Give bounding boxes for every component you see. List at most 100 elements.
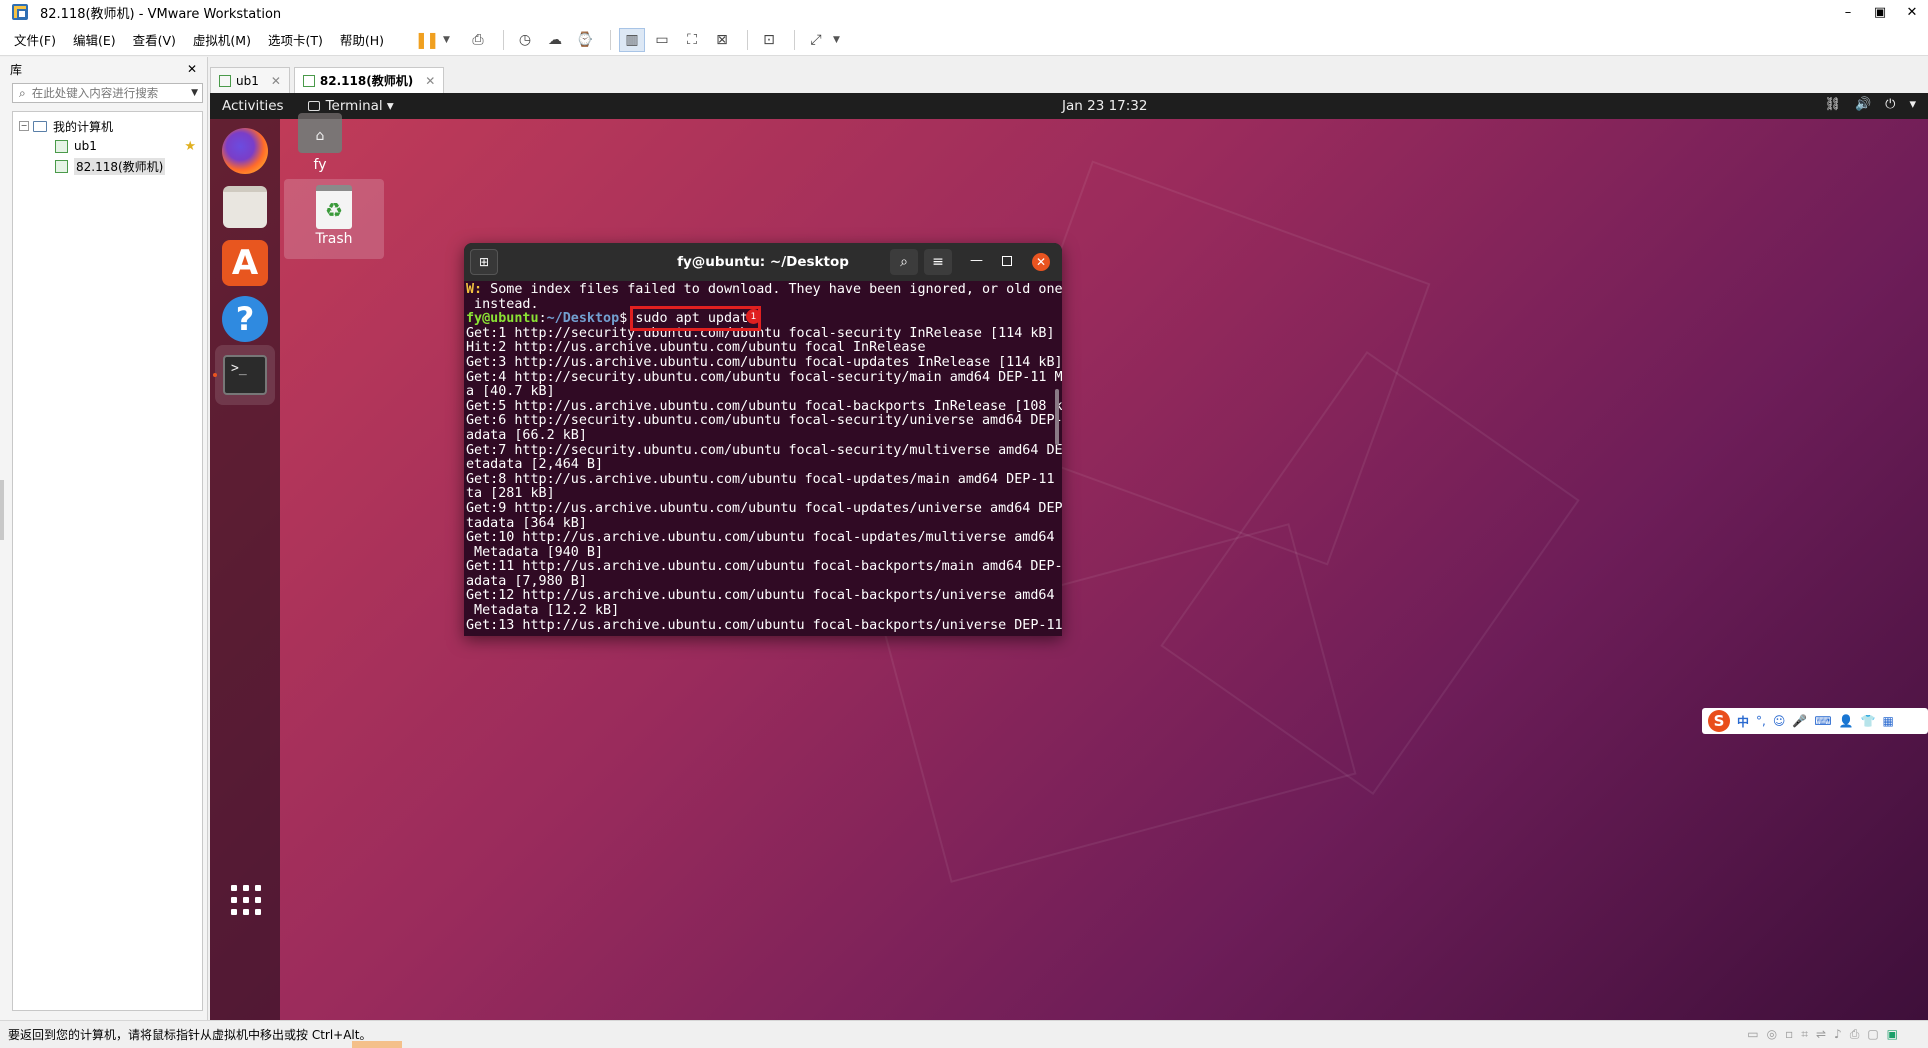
clock[interactable]: Jan 23 17:32	[1062, 98, 1147, 114]
revert-snapshot-icon[interactable]: ☁	[542, 28, 568, 52]
maximize-icon[interactable]	[1002, 256, 1012, 266]
prompt-user: fy@ubuntu	[466, 311, 539, 327]
vmware-app-icon	[12, 4, 28, 20]
punctuation-icon[interactable]: °,	[1756, 714, 1766, 728]
running-indicator	[213, 373, 217, 377]
terminal-line: Get:11 http://us.archive.ubuntu.com/ubun…	[466, 559, 1062, 575]
unity-icon[interactable]: ⊠	[709, 28, 735, 52]
favorite-star-icon: ★	[184, 138, 196, 154]
sidebar-splitter[interactable]	[0, 480, 4, 540]
ime-toolbar[interactable]: S 中 °, ☺ 🎤 ⌨ 👤 👕 ▦	[1702, 708, 1928, 734]
tree-root-my-computer[interactable]: − 我的计算机	[13, 116, 202, 136]
terminal-headerbar[interactable]: ⊞ fy@ubuntu: ~/Desktop ⌕ ≡ — ✕	[464, 243, 1062, 281]
pause-icon[interactable]: ❚❚	[413, 28, 440, 52]
tree-item-label: 82.118(教师机)	[74, 157, 166, 175]
power-icon[interactable]: ⏻	[1885, 97, 1895, 112]
terminal-line: adata [7,980 B]	[466, 573, 587, 589]
search-icon[interactable]: ⌕	[890, 249, 918, 275]
terminal-icon: >_	[223, 355, 267, 395]
sound-icon[interactable]: ♪	[1834, 1027, 1842, 1042]
usb-icon[interactable]: ⇌	[1816, 1027, 1826, 1042]
ime-language-toggle[interactable]: 中	[1737, 713, 1749, 730]
thumbnail-bar-icon[interactable]: ▭	[649, 28, 675, 52]
show-library-icon[interactable]: ▥	[619, 27, 646, 52]
library-search-input[interactable]: ⌕ 在此处键入内容进行搜索 ▼	[12, 83, 203, 103]
sogou-logo-icon[interactable]: S	[1708, 710, 1730, 732]
dock-firefox[interactable]	[215, 121, 275, 181]
tree-item-label: ub1	[74, 139, 97, 153]
menu-view[interactable]: 查看(V)	[133, 30, 176, 49]
desktop-trash[interactable]: ♻ Trash	[284, 179, 384, 259]
annotation-badge: 1	[746, 309, 761, 324]
menu-tabs[interactable]: 选项卡(T)	[268, 30, 323, 49]
tab-teacher[interactable]: 82.118(教师机) ✕	[293, 67, 445, 93]
network-icon[interactable]: ⛓	[1824, 97, 1841, 112]
floppy-icon[interactable]: ▫	[1785, 1027, 1793, 1042]
dock-files[interactable]	[215, 177, 275, 237]
dock-software[interactable]: A	[215, 233, 275, 293]
terminal-output[interactable]: W: Some index files failed to download. …	[464, 281, 1062, 633]
terminal-scrollbar[interactable]	[1055, 389, 1059, 445]
prompt-dollar: $	[619, 311, 636, 327]
network-adapter-icon[interactable]: ⌗	[1801, 1027, 1808, 1042]
display-icon[interactable]: ▢	[1867, 1027, 1878, 1042]
terminal-line: Get:9 http://us.archive.ubuntu.com/ubunt…	[466, 500, 1062, 516]
window-controls: – ▣ ✕	[1832, 0, 1928, 24]
tab-label: 82.118(教师机)	[319, 74, 414, 88]
statusbar: 要返回到您的计算机，请将鼠标指针从虚拟机中移出或按 Ctrl+Alt。 ▭ ◎ …	[0, 1020, 1928, 1048]
console-view-icon[interactable]: ⊡	[756, 28, 782, 52]
dock-help[interactable]: ?	[215, 289, 275, 349]
dock-terminal[interactable]: >_	[215, 345, 275, 405]
collapse-icon[interactable]: −	[19, 121, 29, 131]
toolbar: ❚❚ ▼ ⎙ ◷ ☁ ⌚ ▥ ▭ ⛶ ⊠ ⊡ ⤢ ▼	[413, 27, 855, 52]
system-tray[interactable]: ⛓ 🔊 ⏻ ▾	[1824, 97, 1916, 112]
library-header: 库 ✕	[0, 57, 207, 81]
message-icon[interactable]: ▣	[1887, 1027, 1898, 1042]
terminal-window[interactable]: ⊞ fy@ubuntu: ~/Desktop ⌕ ≡ — ✕ W: Some i…	[464, 243, 1062, 636]
tree-item-ub1[interactable]: ub1 ★	[13, 136, 202, 156]
terminal-line: Get:4 http://security.ubuntu.com/ubuntu …	[466, 369, 1062, 385]
snapshot-manager-icon[interactable]: ⌚	[572, 28, 598, 52]
tab-close-icon[interactable]: ✕	[425, 74, 435, 88]
minimize-button[interactable]: –	[1832, 0, 1864, 24]
keyboard-icon[interactable]: ⌨	[1814, 714, 1831, 728]
cd-icon[interactable]: ◎	[1767, 1027, 1777, 1042]
search-dropdown-icon[interactable]: ▼	[191, 88, 198, 98]
maximize-button[interactable]: ▣	[1864, 0, 1896, 24]
desktop-home-folder[interactable]: ⌂ fy	[270, 101, 370, 173]
toolbar-separator	[794, 29, 796, 50]
user-icon[interactable]: 👤	[1839, 714, 1854, 728]
close-icon[interactable]: ✕	[1032, 253, 1050, 271]
voice-icon[interactable]: 🎤	[1792, 714, 1807, 728]
snapshot-icon[interactable]: ◷	[512, 28, 538, 52]
menu-file[interactable]: 文件(F)	[14, 30, 56, 49]
close-button[interactable]: ✕	[1896, 0, 1928, 24]
menu-vm[interactable]: 虚拟机(M)	[193, 30, 251, 49]
fullscreen-icon[interactable]: ⛶	[679, 28, 705, 52]
emoji-icon[interactable]: ☺	[1773, 714, 1786, 728]
minimize-icon[interactable]: —	[970, 253, 983, 268]
send-ctrl-alt-del-icon[interactable]: ⎙	[465, 28, 491, 52]
stretch-dropdown-icon[interactable]: ▼	[833, 35, 845, 45]
hamburger-menu-icon[interactable]: ≡	[924, 249, 952, 275]
tray-menu-icon[interactable]: ▾	[1909, 97, 1916, 112]
printer-icon[interactable]: ⎙	[1850, 1027, 1860, 1042]
volume-icon[interactable]: 🔊	[1855, 97, 1871, 112]
tree-item-teacher[interactable]: 82.118(教师机)	[13, 156, 202, 176]
menu-help[interactable]: 帮助(H)	[340, 30, 384, 49]
files-icon	[223, 186, 267, 228]
menu-edit[interactable]: 编辑(E)	[73, 30, 116, 49]
terminal-line: etadata [2,464 B]	[466, 457, 604, 473]
terminal-line: Get:6 http://security.ubuntu.com/ubuntu …	[466, 413, 1062, 429]
guest-screen[interactable]: Activities Terminal ▾ Jan 23 17:32 ⛓ 🔊 ⏻…	[210, 93, 1928, 1020]
trash-icon: ♻	[316, 185, 352, 229]
tab-ub1[interactable]: ub1 ✕	[210, 67, 290, 93]
library-close-icon[interactable]: ✕	[187, 62, 197, 76]
show-applications-icon[interactable]	[231, 885, 261, 915]
stretch-guest-icon[interactable]: ⤢	[803, 28, 829, 52]
hdd-icon[interactable]: ▭	[1747, 1027, 1758, 1042]
skin-icon[interactable]: 👕	[1861, 714, 1876, 728]
pause-dropdown-icon[interactable]: ▼	[443, 35, 455, 45]
toolbox-icon[interactable]: ▦	[1883, 714, 1894, 728]
tab-close-icon[interactable]: ✕	[271, 74, 281, 88]
